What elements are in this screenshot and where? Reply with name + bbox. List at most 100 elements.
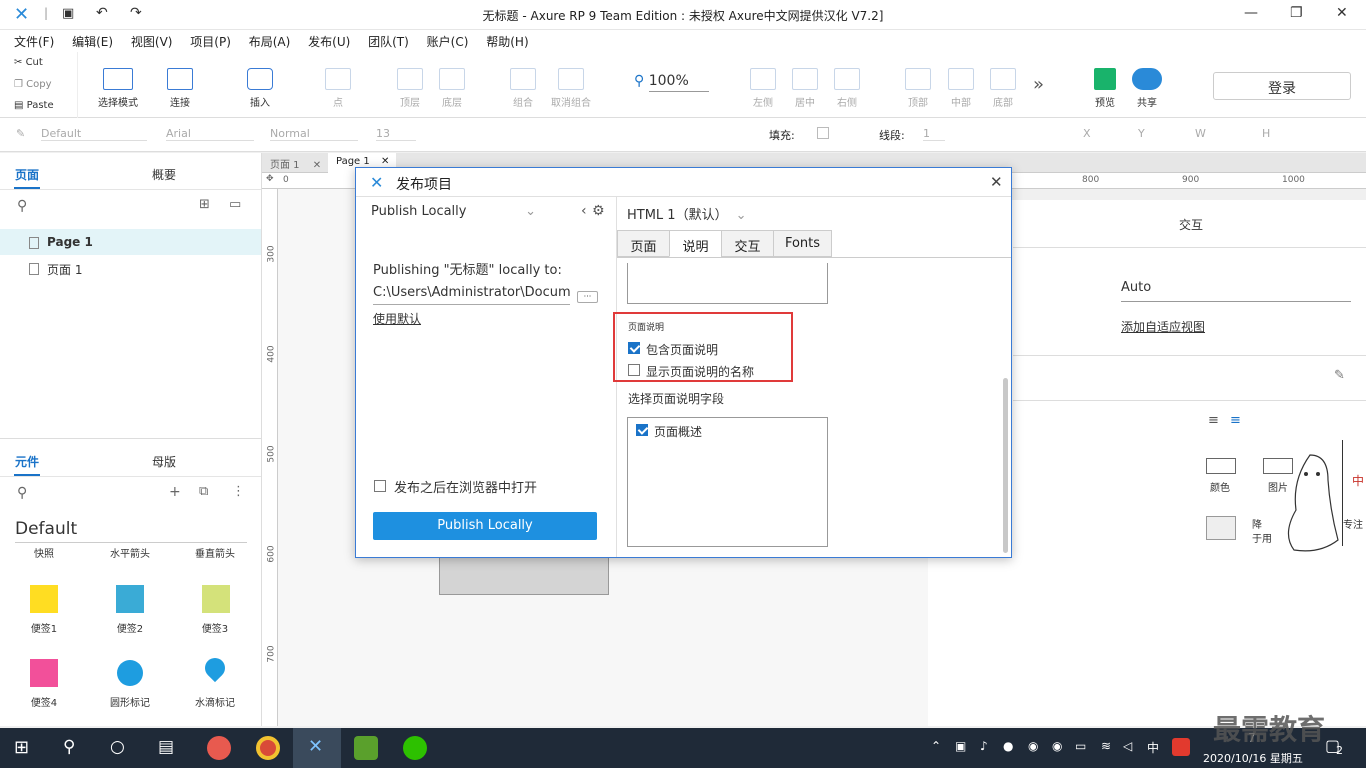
tab-pages[interactable]: 页面 — [15, 166, 39, 183]
wechat-icon[interactable] — [403, 736, 427, 760]
align-top-button[interactable]: 顶部 — [898, 68, 938, 109]
menu-help[interactable]: 帮助(H) — [479, 30, 535, 53]
field-overview-checkbox[interactable] — [636, 424, 648, 436]
close-tab-icon[interactable]: ✕ — [381, 156, 389, 167]
fill-color-swatch[interactable] — [817, 127, 829, 139]
align-center-button[interactable]: 居中 — [785, 68, 825, 109]
task-view-icon[interactable]: ▤ — [158, 737, 174, 757]
cut-button[interactable]: ✂ Cut — [14, 57, 43, 68]
add-page-icon[interactable]: ⊞ — [199, 197, 210, 212]
color-widget-icon[interactable] — [1206, 458, 1236, 474]
font-weight-select[interactable]: Normal — [270, 127, 358, 141]
preview-button[interactable]: 预览 — [1088, 68, 1122, 109]
zoom-control[interactable]: ⚲ 100% — [634, 73, 709, 92]
html-config-select[interactable]: HTML 1（默认） ⌄ — [627, 204, 747, 223]
font-size-select[interactable]: 13 — [376, 127, 416, 141]
gear-icon[interactable]: ⚙ — [592, 203, 605, 219]
tray-app-icon[interactable]: ▣ — [955, 739, 966, 753]
insert-button[interactable]: 插入 — [240, 68, 280, 109]
menu-view[interactable]: 视图(V) — [124, 30, 180, 53]
show-note-names-checkbox[interactable] — [628, 364, 640, 376]
publish-profile-select[interactable]: Publish Locally ⌄ — [371, 204, 536, 224]
sticky-note-1[interactable] — [30, 585, 58, 613]
more-icon[interactable]: ⋮ — [232, 484, 245, 499]
doc-tab[interactable]: 页面 1 ✕ — [262, 153, 328, 172]
game-app-icon[interactable] — [354, 736, 378, 760]
publish-path-input[interactable]: C:\Users\Administrator\Docume — [373, 285, 570, 305]
ime-indicator[interactable]: 中 — [1147, 739, 1159, 756]
menu-team[interactable]: 团队(T) — [361, 30, 416, 53]
add-adaptive-link[interactable]: 添加自适应视图 — [1121, 318, 1205, 335]
picture-placeholder-icon[interactable] — [1206, 516, 1236, 540]
search-icon[interactable]: ⚲ — [17, 485, 27, 501]
close-dialog-icon[interactable]: ✕ — [990, 173, 1003, 191]
connect-button[interactable]: 连接 — [160, 68, 200, 109]
point-button[interactable]: 点 — [318, 68, 358, 109]
share-button[interactable]: 共享 — [1128, 68, 1166, 109]
sogou-icon[interactable] — [1172, 738, 1190, 756]
volume-icon[interactable]: ◁ — [1123, 739, 1132, 753]
paste-button[interactable]: ▤ Paste — [14, 100, 54, 111]
align-left-button[interactable]: 左侧 — [743, 68, 783, 109]
include-notes-checkbox[interactable] — [628, 342, 640, 354]
publish-locally-button[interactable]: Publish Locally — [373, 512, 597, 540]
circle-marker[interactable] — [117, 660, 143, 686]
search-icon[interactable]: ⚲ — [63, 737, 75, 757]
top-layer-button[interactable]: 顶层 — [390, 68, 430, 109]
style-select[interactable]: Default — [41, 127, 147, 141]
wechat-tray-icon[interactable]: ● — [1003, 739, 1013, 753]
browse-button[interactable]: ··· — [577, 291, 598, 303]
tray-expand-icon[interactable]: ⌃ — [931, 739, 941, 753]
align-right-button[interactable]: 右侧 — [827, 68, 867, 109]
bell-icon[interactable]: ♪ — [980, 739, 988, 753]
menu-file[interactable]: 文件(F) — [7, 30, 61, 53]
sticky-note-3[interactable] — [202, 585, 230, 613]
font-select[interactable]: Arial — [166, 127, 254, 141]
tab-fonts[interactable]: Fonts — [773, 230, 832, 257]
bottom-layer-button[interactable]: 底层 — [432, 68, 472, 109]
library-select[interactable]: Default — [15, 519, 247, 543]
tab-widgets[interactable]: 元件 — [15, 453, 39, 470]
maximize-icon[interactable]: ❐ — [1290, 5, 1303, 21]
add-library-icon[interactable]: + — [169, 484, 181, 500]
collapse-icon[interactable]: ‹ — [581, 203, 587, 219]
menu-publish[interactable]: 发布(U) — [301, 30, 357, 53]
menu-account[interactable]: 账户(C) — [420, 30, 476, 53]
libraries-icon[interactable]: ⧉ — [199, 484, 208, 499]
page-item[interactable]: 页面 1 — [0, 255, 261, 281]
line-width-input[interactable]: 1 — [923, 127, 945, 141]
qq-icon[interactable]: ◉ — [1028, 739, 1038, 753]
more-tools-button[interactable]: » — [1033, 74, 1044, 95]
close-tab-icon[interactable]: ✕ — [313, 160, 321, 171]
close-icon[interactable]: ✕ — [1336, 5, 1348, 21]
copy-button[interactable]: ❐ Copy — [14, 79, 52, 90]
scrollbar[interactable] — [1003, 378, 1008, 553]
tab-masters[interactable]: 母版 — [152, 453, 176, 470]
device-icon[interactable]: ▭ — [1075, 739, 1086, 753]
align-bottom-button[interactable]: 底部 — [983, 68, 1023, 109]
search-icon[interactable]: ⚲ — [17, 198, 27, 214]
cortana-icon[interactable]: ○ — [110, 737, 125, 757]
interaction-tab[interactable]: 交互 — [1179, 216, 1203, 233]
login-button[interactable]: 登录 — [1213, 72, 1351, 100]
adaptive-select[interactable]: Auto — [1121, 280, 1351, 302]
align-middle-button[interactable]: 中部 — [941, 68, 981, 109]
open-after-publish-checkbox[interactable] — [374, 480, 386, 492]
windows-start-icon[interactable]: ⊞ — [14, 737, 29, 758]
clock-date[interactable]: 2020/10/16 星期五 — [1203, 750, 1303, 766]
tab-outline[interactable]: 概要 — [152, 166, 176, 183]
menu-project[interactable]: 项目(P) — [183, 30, 238, 53]
menu-arrange[interactable]: 布局(A) — [242, 30, 298, 53]
ungroup-button[interactable]: 取消组合 — [546, 68, 596, 109]
drop-marker[interactable] — [200, 653, 230, 683]
select-mode-button[interactable]: 选择模式 — [86, 68, 150, 109]
notes-list-box[interactable] — [627, 263, 828, 304]
notes-edit-icon[interactable]: ✎ — [1334, 368, 1345, 383]
page-item[interactable]: Page 1 — [0, 229, 261, 255]
canvas-shape[interactable] — [439, 557, 609, 595]
align-center-icon[interactable]: ≡ — [1230, 413, 1241, 428]
tab-notes[interactable]: 说明 — [669, 230, 722, 257]
use-default-link[interactable]: 使用默认 — [373, 310, 421, 327]
chrome-icon[interactable] — [256, 736, 280, 760]
wifi-icon[interactable]: ≋ — [1101, 739, 1111, 753]
